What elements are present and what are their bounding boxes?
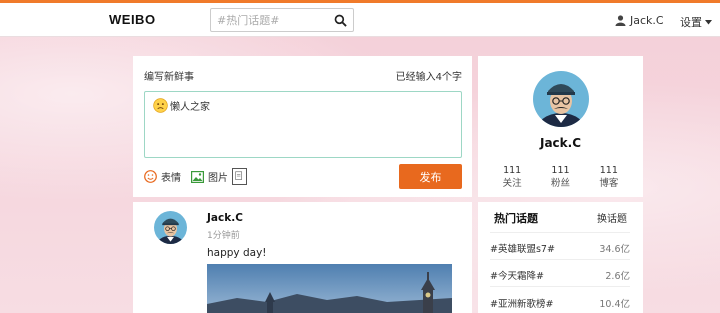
hot-topics-title: 热门话题 xyxy=(494,212,538,225)
sad-face-icon xyxy=(153,98,168,113)
topic-name: #亚洲新歌榜# xyxy=(490,299,554,310)
search-input[interactable] xyxy=(217,12,333,28)
post-author[interactable]: Jack.C xyxy=(207,212,243,224)
logo[interactable]: WEIBO xyxy=(109,12,156,27)
file-icon[interactable] xyxy=(232,168,247,185)
post-time: 1分钟前 xyxy=(207,231,240,241)
compose-tools: 表情 图片 xyxy=(144,168,247,185)
topic-value: 2.6亿 xyxy=(605,271,630,282)
compose-card: 编写新鲜事 已经输入4个字 懒人之家 表情 图片 发布 xyxy=(133,56,472,197)
topic-row[interactable]: #亚洲新歌榜# 10.4亿 xyxy=(490,296,630,310)
publish-button[interactable]: 发布 xyxy=(399,164,462,189)
settings-dropdown[interactable]: 设置 xyxy=(680,14,712,30)
topic-value: 34.6亿 xyxy=(599,244,630,255)
post-card: Jack.C 1分钟前 happy day! xyxy=(133,202,472,313)
stat-number: 111 xyxy=(503,165,522,176)
search-box xyxy=(210,8,354,32)
topic-row[interactable]: #英雄联盟s7# 34.6亿 xyxy=(490,241,630,255)
divider xyxy=(490,259,630,260)
post-text: happy day! xyxy=(207,247,267,259)
search-icon[interactable] xyxy=(334,14,347,27)
city-photo xyxy=(207,264,452,313)
divider xyxy=(490,232,630,233)
emoji-button[interactable]: 表情 xyxy=(144,169,181,184)
settings-label: 设置 xyxy=(680,16,702,29)
user-name: Jack.C xyxy=(630,14,664,27)
caret-down-icon xyxy=(705,19,712,24)
stat-number: 111 xyxy=(599,165,618,176)
stat-following[interactable]: 111 关注 xyxy=(503,164,522,190)
avatar-illustration xyxy=(154,211,187,244)
compose-textarea[interactable]: 懒人之家 xyxy=(144,91,462,158)
stat-label: 关注 xyxy=(502,178,522,189)
post-avatar[interactable] xyxy=(154,211,187,244)
top-navbar: WEIBO Jack.C 设置 xyxy=(0,3,720,37)
post-photo[interactable] xyxy=(207,264,452,313)
topic-name: #今天霜降# xyxy=(490,271,544,282)
user-menu[interactable]: Jack.C xyxy=(615,14,664,27)
swap-topics-link[interactable]: 换话题 xyxy=(597,210,627,225)
stat-blogs[interactable]: 111 博客 xyxy=(599,164,618,190)
stat-number: 111 xyxy=(551,165,570,176)
compose-text: 懒人之家 xyxy=(170,102,210,113)
emoji-label: 表情 xyxy=(161,173,181,184)
image-label: 图片 xyxy=(208,173,228,184)
profile-stats: 111 关注 111 粉丝 111 博客 xyxy=(478,164,643,190)
image-icon xyxy=(191,170,204,183)
compose-title: 编写新鲜事 xyxy=(144,72,194,83)
stat-label: 博客 xyxy=(599,178,619,189)
topic-name: #英雄联盟s7# xyxy=(490,244,555,255)
stat-label: 粉丝 xyxy=(550,178,570,189)
profile-name[interactable]: Jack.C xyxy=(478,136,643,150)
divider xyxy=(490,286,630,287)
user-icon xyxy=(615,15,626,26)
profile-card: Jack.C 111 关注 111 粉丝 111 博客 xyxy=(478,56,643,197)
image-button[interactable]: 图片 xyxy=(191,169,228,184)
stat-followers[interactable]: 111 粉丝 xyxy=(551,164,570,190)
hot-topics-card: 热门话题 换话题 #英雄联盟s7# 34.6亿 #今天霜降# 2.6亿 #亚洲新… xyxy=(478,202,643,313)
smiley-icon xyxy=(144,170,157,183)
avatar-illustration xyxy=(533,71,589,127)
char-count: 已经输入4个字 xyxy=(395,72,462,83)
topic-row[interactable]: #今天霜降# 2.6亿 xyxy=(490,268,630,282)
topic-value: 10.4亿 xyxy=(599,299,630,310)
profile-avatar[interactable] xyxy=(533,71,589,127)
